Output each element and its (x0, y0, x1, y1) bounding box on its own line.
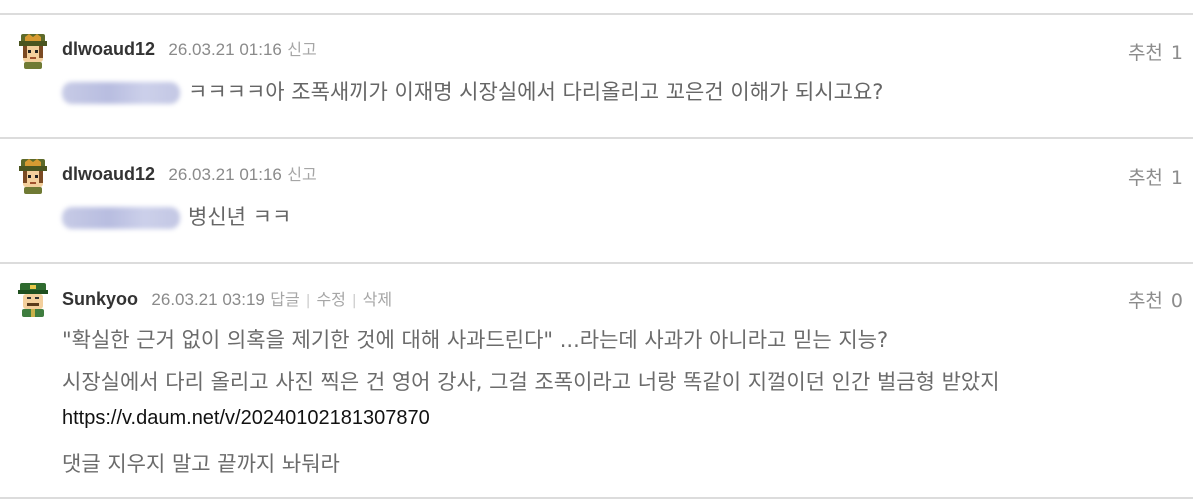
comment-body: ㅋㅋㅋㅋ아 조폭새끼가 이재명 시장실에서 다리올리고 꼬은건 이해가 되시고요… (62, 76, 883, 106)
blurred-mention (62, 207, 180, 229)
recommend-count: 1 (1170, 167, 1183, 189)
comment-text-line: "확실한 근거 없이 의혹을 제기한 것에 대해 사과드린다" ...라는데 사… (62, 328, 889, 352)
comment-item: dlwoaud12 26.03.21 01:16 신고 추천 1 병신년 ㅋㅋ (0, 139, 1193, 262)
comment-item: dlwoaud12 26.03.21 01:16 신고 추천 1 ㅋㅋㅋㅋ아 조폭… (0, 14, 1193, 137)
user-avatar-icon (18, 283, 48, 317)
recommend-button[interactable]: 추천 1 (1128, 163, 1183, 190)
comment-meta: dlwoaud12 26.03.21 01:16 신고 (62, 39, 317, 60)
comment-text: ㅋㅋㅋㅋ아 조폭새끼가 이재명 시장실에서 다리올리고 꼬은건 이해가 되시고요… (188, 80, 884, 104)
reply-link[interactable]: 답글 (270, 290, 299, 309)
author-name[interactable]: Sunkyoo (62, 289, 138, 309)
author-name[interactable]: dlwoaud12 (62, 39, 155, 59)
comment-link[interactable]: https://v.daum.net/v/20240102181307870 (62, 407, 430, 430)
comment-text-line: 댓글 지우지 말고 끝까지 놔둬라 (62, 452, 340, 476)
user-avatar-icon (19, 34, 47, 69)
action-separator: | (351, 293, 357, 309)
comment-date: 26.03.21 01:16 (168, 40, 282, 59)
comment-date: 26.03.21 03:19 (151, 290, 265, 309)
comment-item: Sunkyoo 26.03.21 03:19 답글 | 수정 | 삭제 추천 0 "확실한… (0, 264, 1193, 497)
action-separator: | (305, 293, 311, 309)
bottom-divider (0, 497, 1193, 499)
report-link[interactable]: 신고 (287, 165, 316, 184)
comment-text: 병신년 ㅋㅋ (188, 205, 292, 229)
recommend-count: 0 (1170, 290, 1183, 312)
recommend-label: 추천 (1127, 42, 1163, 64)
comment-meta: Sunkyoo 26.03.21 03:19 답글 | 수정 | 삭제 (62, 289, 392, 311)
blurred-mention (62, 82, 180, 104)
comment-date: 26.03.21 01:16 (168, 165, 282, 184)
avatar[interactable] (14, 157, 52, 195)
comment-body: 병신년 ㅋㅋ (62, 201, 291, 231)
author-name[interactable]: dlwoaud12 (62, 164, 155, 184)
delete-link[interactable]: 삭제 (363, 290, 392, 309)
comment-text-line: 시장실에서 다리 올리고 사진 찍은 건 영어 강사, 그걸 조폭이라고 너랑 … (62, 370, 1000, 394)
recommend-label: 추천 (1127, 167, 1163, 189)
edit-link[interactable]: 수정 (316, 290, 345, 309)
comment-meta: dlwoaud12 26.03.21 01:16 신고 (62, 164, 317, 185)
avatar[interactable] (14, 280, 52, 318)
recommend-button[interactable]: 추천 0 (1128, 286, 1183, 313)
recommend-label: 추천 (1127, 290, 1163, 312)
recommend-button[interactable]: 추천 1 (1128, 38, 1183, 65)
avatar[interactable] (14, 32, 52, 70)
user-avatar-icon (19, 159, 47, 194)
recommend-count: 1 (1170, 42, 1183, 64)
report-link[interactable]: 신고 (287, 40, 316, 59)
